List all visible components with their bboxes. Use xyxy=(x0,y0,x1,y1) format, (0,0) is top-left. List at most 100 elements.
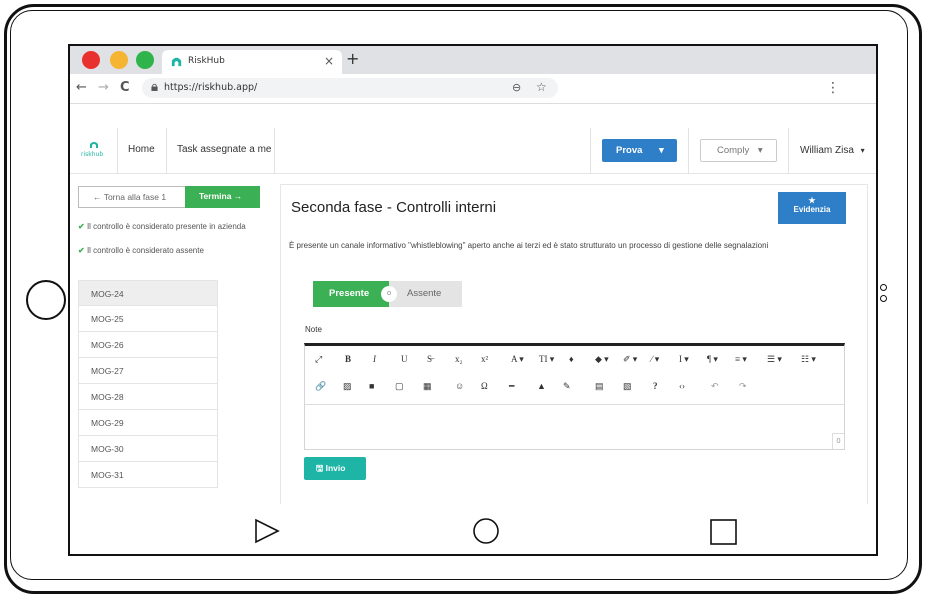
image-icon[interactable]: ▨ xyxy=(343,381,352,392)
eraser-icon[interactable]: ✎ xyxy=(563,381,571,392)
control-list-item[interactable]: MOG-27 xyxy=(78,358,218,384)
star-icon: ★ xyxy=(808,196,816,205)
code-view-icon[interactable]: ‹› xyxy=(679,381,685,391)
superscript-icon[interactable]: x² xyxy=(481,354,488,364)
video-icon[interactable]: ■ xyxy=(369,381,374,391)
control-list-item[interactable]: MOG-29 xyxy=(78,410,218,436)
fill-color-icon[interactable]: ◆ ▾ xyxy=(595,354,609,365)
recents-square-icon[interactable] xyxy=(710,519,737,545)
chevron-down-icon: ▾ xyxy=(659,145,664,156)
strikethrough-icon[interactable]: S̶ xyxy=(427,354,432,364)
align-icon[interactable]: ≡ ▾ xyxy=(735,354,747,365)
comply-label: Comply xyxy=(717,145,750,156)
back-triangle-icon[interactable] xyxy=(255,518,280,544)
new-tab-icon[interactable]: + xyxy=(346,49,359,68)
browser-address-bar: ← → C https://riskhub.app/ ⊖ ☆ ⋮ xyxy=(70,74,876,104)
notes-editor-input[interactable]: 0 xyxy=(305,404,844,449)
redo-icon[interactable]: ↷ xyxy=(739,381,747,392)
underline-icon[interactable]: U xyxy=(401,354,408,364)
italic-icon[interactable]: I xyxy=(373,354,376,364)
nav-home-link[interactable]: Home xyxy=(128,144,155,155)
zoom-icon[interactable]: ⊖ xyxy=(512,81,521,94)
close-window-icon[interactable] xyxy=(82,51,100,69)
paragraph-icon[interactable]: ¶ ▾ xyxy=(707,354,718,365)
comply-dropdown-button[interactable]: Comply ▾ xyxy=(700,139,777,162)
camera-dot-icon xyxy=(880,284,887,291)
line-height-icon[interactable]: I ▾ xyxy=(679,354,689,365)
notes-label: Note xyxy=(305,325,322,334)
select-cursor-icon[interactable]: ▲ xyxy=(537,381,546,391)
editor-toolbar-row: ⤢ B I U S̶ x₂ x² A ▾ TI ▾ ♦ ◆ ▾ ✐ ▾ ⁄ ▾ … xyxy=(305,349,844,373)
emoji-icon[interactable]: ☺ xyxy=(455,381,464,391)
control-list-item[interactable]: MOG-25 xyxy=(78,306,218,332)
user-menu[interactable]: William Zisa ▾ xyxy=(800,145,865,156)
back-arrow-icon[interactable]: ← xyxy=(76,80,87,95)
control-list-item[interactable]: MOG-31 xyxy=(78,462,218,488)
font-size-icon[interactable]: TI ▾ xyxy=(539,354,554,365)
check-icon: ✔ xyxy=(78,246,85,255)
help-icon[interactable]: ? xyxy=(653,381,658,391)
paint-icon[interactable]: ⁄ ▾ xyxy=(651,354,659,365)
table-icon[interactable]: ▦ xyxy=(423,381,432,392)
legend-present: ✔ Il controllo è considerato presente in… xyxy=(78,222,248,232)
back-to-phase-button[interactable]: ← Torna alla fase 1 xyxy=(78,186,185,208)
horizontal-rule-icon[interactable]: ━ xyxy=(509,381,514,392)
pdf-icon[interactable]: ▧ xyxy=(623,381,632,392)
char-counter: 0 xyxy=(832,433,844,449)
riskhub-logo[interactable]: riskhub xyxy=(80,140,108,160)
print-icon[interactable]: ▤ xyxy=(595,381,604,392)
finish-button[interactable]: Termina → xyxy=(185,186,260,208)
close-tab-icon[interactable]: × xyxy=(324,54,334,68)
nav-divider xyxy=(274,128,275,174)
control-list-item[interactable]: MOG-28 xyxy=(78,384,218,410)
editor-toolbar-row: 🔗 ▨ ■ ▢ ▦ ☺ Ω ━ ▲ ✎ ▤ ▧ ? ‹› ↶ ↷ xyxy=(305,376,844,400)
nav-divider xyxy=(788,128,789,174)
unordered-list-icon[interactable]: ☷ ▾ xyxy=(801,354,816,365)
nav-divider xyxy=(166,128,167,174)
riskhub-favicon-icon xyxy=(171,57,182,67)
android-nav-bar xyxy=(70,508,876,554)
svg-text:riskhub: riskhub xyxy=(81,151,103,158)
evidence-button[interactable]: ★ Evidenzia xyxy=(778,192,846,224)
nav-tasks-link[interactable]: Task assegnate a me xyxy=(177,144,272,155)
subscript-icon[interactable]: x₂ xyxy=(455,354,463,364)
control-list-item[interactable]: MOG-26 xyxy=(78,332,218,358)
legend-absent-text: Il controllo è considerato assente xyxy=(86,246,204,255)
highlight-icon[interactable]: ♦ xyxy=(569,354,574,364)
nav-divider xyxy=(688,128,689,174)
control-question: È presente un canale informativo "whistl… xyxy=(289,241,769,250)
screen: RiskHub × + ← → C https://riskhub.app/ ⊖… xyxy=(68,44,878,556)
evidence-label: Evidenzia xyxy=(793,205,831,214)
special-char-icon[interactable]: Ω xyxy=(481,381,488,391)
send-button[interactable]: 🖫 Invio xyxy=(304,457,366,480)
maximize-window-icon[interactable] xyxy=(136,51,154,69)
bookmark-star-icon[interactable]: ☆ xyxy=(536,80,547,94)
control-list-item[interactable]: MOG-30 xyxy=(78,436,218,462)
font-color-icon[interactable]: A ▾ xyxy=(511,354,524,365)
brush-icon[interactable]: ✐ ▾ xyxy=(623,354,637,365)
browser-menu-icon[interactable]: ⋮ xyxy=(826,80,840,96)
prova-dropdown-button[interactable]: Prova ▾ xyxy=(602,139,677,162)
forward-arrow-icon[interactable]: → xyxy=(98,80,109,95)
bold-icon[interactable]: B xyxy=(345,354,351,364)
file-icon[interactable]: ▢ xyxy=(395,381,404,392)
control-list-item[interactable]: MOG-24 xyxy=(78,280,218,306)
url-text: https://riskhub.app/ xyxy=(164,82,258,93)
toggle-present-option[interactable]: Presente xyxy=(313,281,389,307)
tablet-home-button[interactable] xyxy=(26,280,66,320)
link-icon[interactable]: 🔗 xyxy=(315,381,326,392)
sensor-dot-icon xyxy=(880,295,887,302)
toggle-absent-option[interactable]: Assente xyxy=(389,281,462,307)
reload-icon[interactable]: C xyxy=(120,80,130,95)
fullscreen-icon[interactable]: ⤢ xyxy=(315,354,322,365)
undo-icon[interactable]: ↶ xyxy=(711,381,719,392)
home-circle-icon[interactable] xyxy=(473,518,499,544)
minimize-window-icon[interactable] xyxy=(110,51,128,69)
toggle-knob[interactable]: o xyxy=(381,286,397,302)
url-input[interactable]: https://riskhub.app/ ⊖ ☆ xyxy=(142,78,558,98)
ordered-list-icon[interactable]: ☰ ▾ xyxy=(767,354,782,365)
user-name: William Zisa xyxy=(800,145,854,156)
control-list: MOG-24 MOG-25 MOG-26 MOG-27 MOG-28 MOG-2… xyxy=(78,280,218,488)
main-panel: Seconda fase - Controlli interni ★ Evide… xyxy=(280,184,868,504)
browser-tab[interactable]: RiskHub × xyxy=(162,50,342,74)
